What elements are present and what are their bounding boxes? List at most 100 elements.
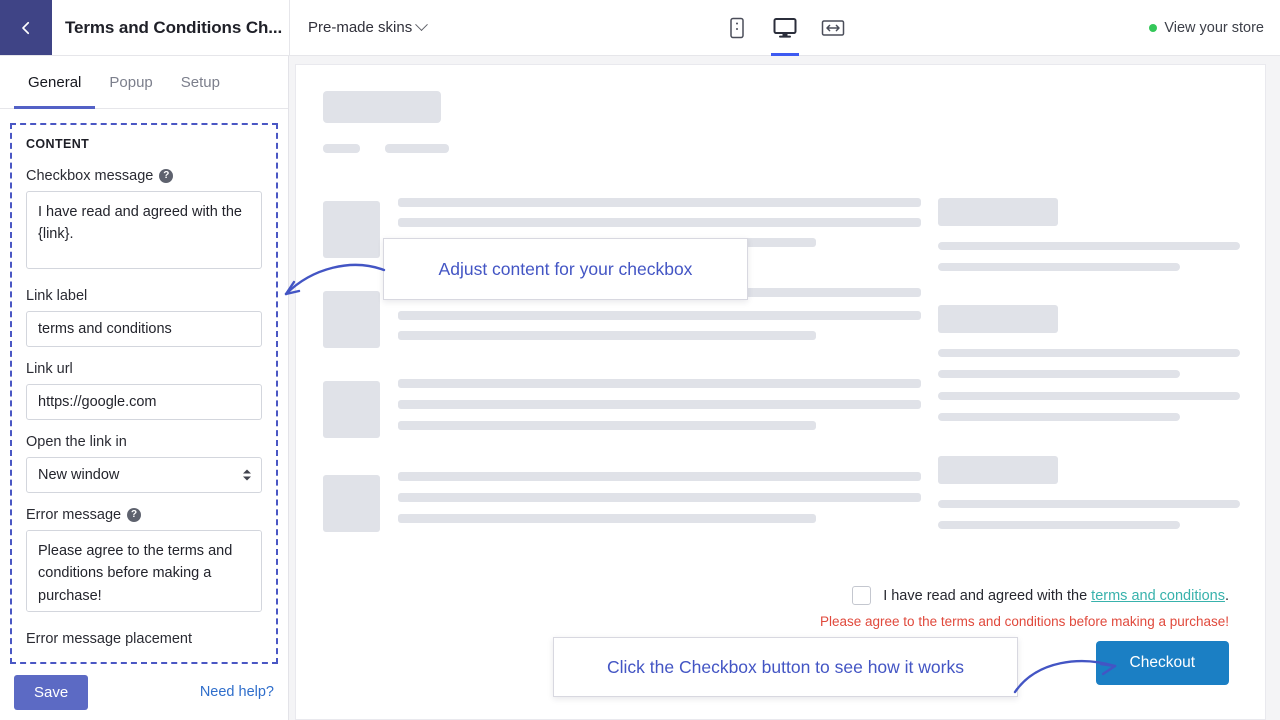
label-link-url: Link url xyxy=(26,361,262,377)
skeleton-line xyxy=(398,218,921,227)
view-your-store-link[interactable]: View your store xyxy=(1149,20,1264,36)
field-open-link-in: Open the link in New window xyxy=(26,434,262,493)
preview-area: I have read and agreed with the terms an… xyxy=(284,56,1280,720)
label-open-link-in: Open the link in xyxy=(26,434,262,450)
pre-made-skins-dropdown[interactable]: Pre-made skins xyxy=(308,18,429,36)
fullwidth-icon xyxy=(821,19,845,36)
skeleton-block xyxy=(938,263,1180,271)
label-error-message: Error message ? xyxy=(26,507,262,523)
help-icon[interactable]: ? xyxy=(159,169,174,183)
field-link-url: Link url xyxy=(26,361,262,420)
skeleton-line xyxy=(398,472,921,481)
skeleton-block xyxy=(938,305,1058,333)
view-your-store-label: View your store xyxy=(1164,19,1264,36)
label-error-placement: Error message placement xyxy=(26,631,262,647)
desktop-icon xyxy=(773,17,797,38)
label-error-placement-text: Error message placement xyxy=(26,631,193,647)
skeleton-block xyxy=(938,198,1058,226)
skeleton-line xyxy=(398,400,921,409)
skeleton-thumbnail xyxy=(323,201,380,258)
skeleton-block xyxy=(938,242,1240,250)
skeleton-block xyxy=(385,144,449,153)
chevron-left-icon xyxy=(22,21,30,34)
link-url-input[interactable] xyxy=(26,384,262,420)
skeleton-line xyxy=(398,493,921,502)
settings-sidebar: General Popup Setup CONTENT Checkbox mes… xyxy=(0,56,289,720)
skeleton-line xyxy=(398,514,816,523)
save-button[interactable]: Save xyxy=(14,674,89,710)
skeleton-line xyxy=(398,311,921,320)
skeleton-thumbnail xyxy=(323,291,380,348)
callout-click-checkbox-text: Click the Checkbox button to see how it … xyxy=(607,656,964,677)
field-error-placement: Error message placement xyxy=(26,631,262,647)
tab-popup[interactable]: Popup xyxy=(95,56,166,108)
device-preview-switcher xyxy=(720,0,850,56)
skeleton-block xyxy=(938,392,1240,400)
skeleton-block xyxy=(938,521,1180,529)
top-bar: Terms and Conditions Ch... Pre-made skin… xyxy=(0,0,1280,56)
open-link-in-select[interactable]: New window xyxy=(26,457,262,493)
skeleton-block xyxy=(938,456,1058,484)
preview-consent-row: I have read and agreed with the terms an… xyxy=(852,586,1229,605)
chevron-down-icon xyxy=(415,18,429,32)
skeleton-thumbnail xyxy=(323,381,380,438)
help-icon[interactable]: ? xyxy=(127,508,142,522)
skeleton-block xyxy=(938,370,1180,378)
checkout-button[interactable]: Checkout xyxy=(1095,641,1229,685)
skeleton-block xyxy=(938,349,1240,357)
skeleton-line xyxy=(398,421,816,430)
terms-checkbox[interactable] xyxy=(852,586,872,605)
skeleton-block xyxy=(323,91,441,123)
label-link-label: Link label xyxy=(26,288,262,304)
label-checkbox-message-text: Checkbox message xyxy=(26,168,154,184)
checkbox-message-input[interactable]: I have read and agreed with the {link}. xyxy=(26,191,262,269)
tab-setup-label: Setup xyxy=(180,73,220,91)
skeleton-thumbnail xyxy=(323,475,380,532)
skeleton-line xyxy=(398,379,921,388)
device-mobile-button[interactable] xyxy=(720,0,754,55)
device-fullwidth-button[interactable] xyxy=(816,0,850,55)
open-link-in-wrapper: New window xyxy=(26,457,262,493)
consent-text-before: I have read and agreed with the xyxy=(883,587,1092,604)
back-button[interactable] xyxy=(0,0,52,55)
tab-general-label: General xyxy=(28,73,82,91)
tab-general[interactable]: General xyxy=(14,56,96,109)
section-title-content: CONTENT xyxy=(26,137,90,151)
consent-text: I have read and agreed with the terms an… xyxy=(883,588,1229,604)
consent-text-after: . xyxy=(1224,587,1229,604)
device-desktop-button[interactable] xyxy=(768,0,802,56)
field-link-label: Link label xyxy=(26,288,262,347)
page-title: Terms and Conditions Ch... xyxy=(65,17,283,37)
skeleton-line xyxy=(398,198,921,207)
settings-panel: CONTENT Checkbox message ? I have read a… xyxy=(0,109,288,664)
terms-and-conditions-link[interactable]: terms and conditions xyxy=(1091,588,1225,604)
label-link-label-text: Link label xyxy=(26,288,88,304)
link-label-input[interactable] xyxy=(26,311,262,347)
callout-adjust-content: Adjust content for your checkbox xyxy=(383,238,748,300)
mobile-icon xyxy=(730,17,744,38)
top-bar-right: Pre-made skins View your store xyxy=(289,0,1280,56)
status-dot-icon xyxy=(1149,23,1158,32)
app-root: Terms and Conditions Ch... Pre-made skin… xyxy=(0,0,1280,720)
need-help-link[interactable]: Need help? xyxy=(200,684,274,700)
label-open-link-in-text: Open the link in xyxy=(26,434,127,450)
store-preview-card: I have read and agreed with the terms an… xyxy=(295,64,1266,720)
tab-setup[interactable]: Setup xyxy=(167,56,234,108)
field-error-message: Error message ? Please agree to the term… xyxy=(26,507,262,617)
skeleton-block xyxy=(323,144,360,153)
pre-made-skins-label: Pre-made skins xyxy=(308,19,413,36)
body: General Popup Setup CONTENT Checkbox mes… xyxy=(0,56,1280,720)
callout-click-checkbox: Click the Checkbox button to see how it … xyxy=(553,637,1018,697)
label-link-url-text: Link url xyxy=(26,361,73,377)
preview-error-message: Please agree to the terms and conditions… xyxy=(820,614,1229,629)
content-section-highlight: CONTENT Checkbox message ? I have read a… xyxy=(10,123,278,664)
skeleton-block xyxy=(938,413,1180,421)
tab-popup-label: Popup xyxy=(109,73,153,91)
skeleton-line xyxy=(398,331,816,340)
label-checkbox-message: Checkbox message ? xyxy=(26,168,262,184)
sidebar-tabs: General Popup Setup xyxy=(0,56,288,109)
label-error-message-text: Error message xyxy=(26,507,122,523)
error-message-input[interactable]: Please agree to the terms and conditions… xyxy=(26,530,262,612)
skeleton-block xyxy=(938,500,1240,508)
sidebar-footer: Save Need help? xyxy=(0,664,288,720)
